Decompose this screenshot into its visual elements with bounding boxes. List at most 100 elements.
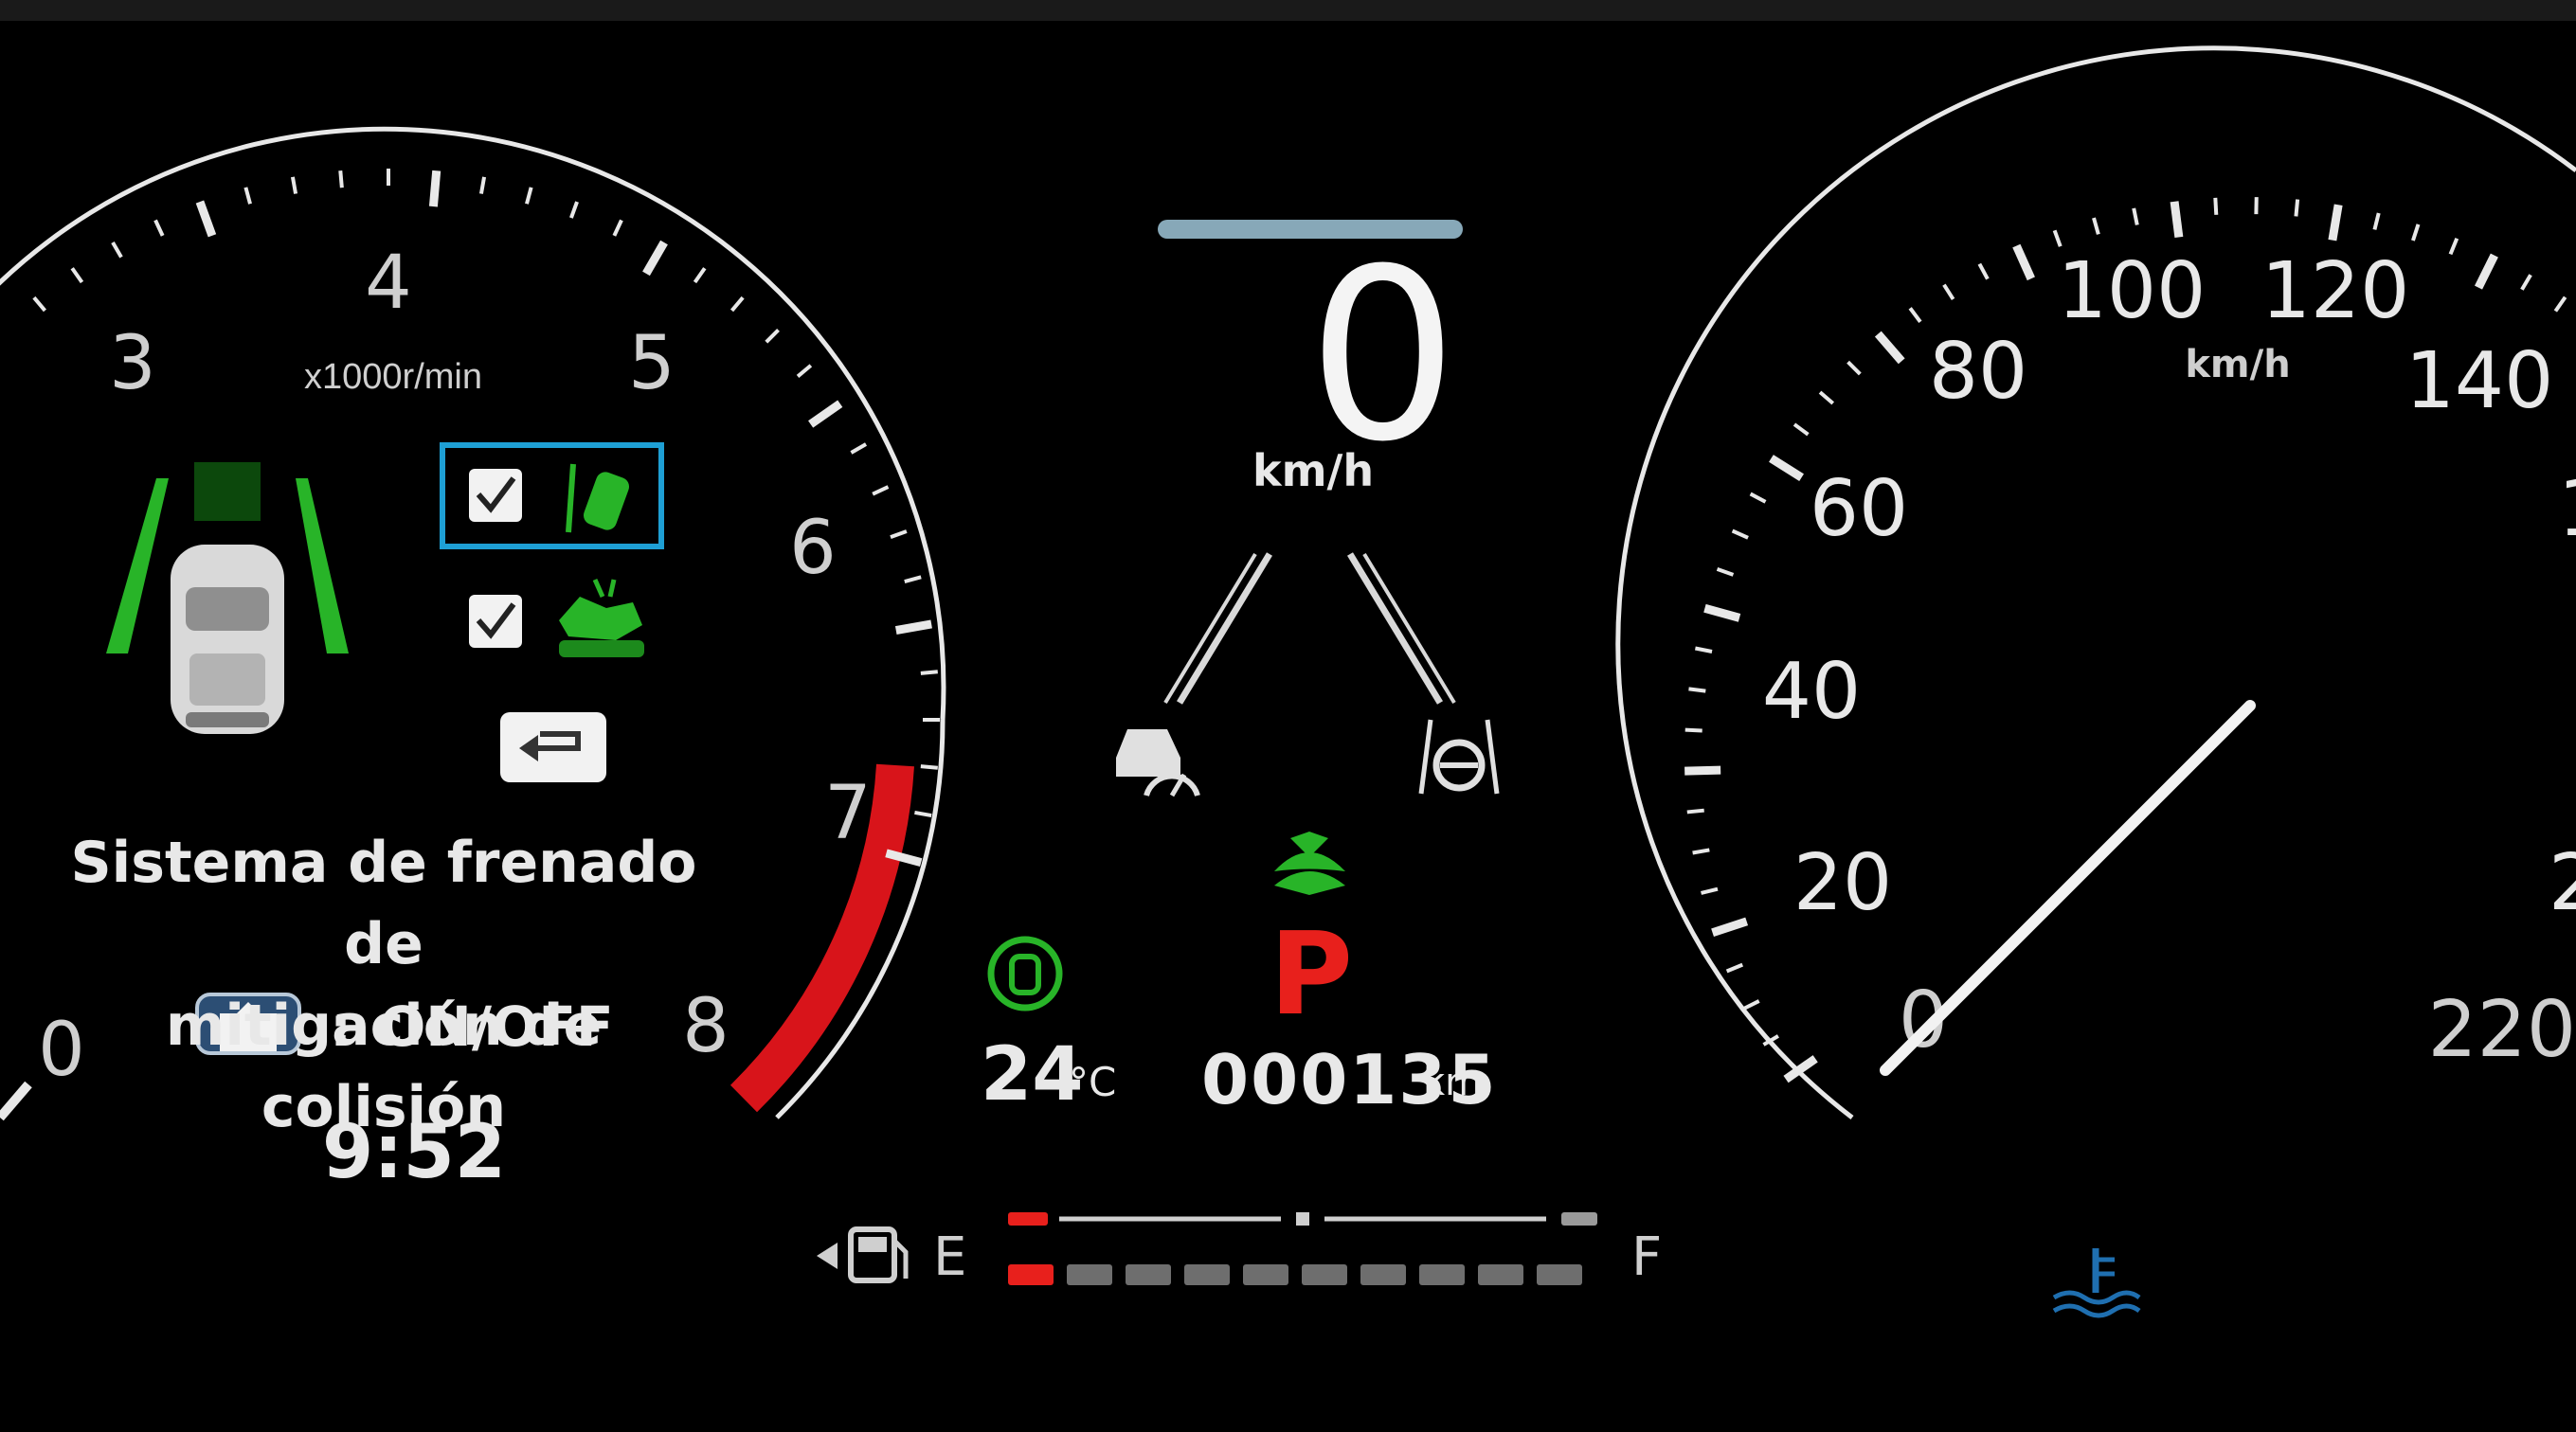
speed-tick bbox=[2294, 199, 2300, 217]
speed-tick bbox=[1977, 262, 1990, 280]
spd-label-160: 16 bbox=[2558, 464, 2576, 554]
speed-tick bbox=[2092, 217, 2100, 235]
spd-unit-label: km/h bbox=[2185, 343, 2290, 386]
speed-tick bbox=[1688, 687, 1706, 693]
tach-tick bbox=[642, 240, 668, 277]
tach-tick bbox=[693, 267, 707, 284]
spd-label-220: 220 bbox=[2427, 985, 2576, 1075]
left-lane-line bbox=[106, 478, 169, 653]
tach-tick bbox=[920, 764, 938, 770]
tach-tick bbox=[894, 619, 932, 635]
menu-option-lane-checkbox[interactable] bbox=[469, 469, 522, 522]
spd-label-120: 120 bbox=[2261, 246, 2410, 336]
speedometer-rim bbox=[1615, 45, 2576, 1119]
spd-label-20: 20 bbox=[1793, 838, 1892, 928]
instrument-cluster: 3 4 5 6 7 8 0 x1000r/min 0 20 40 60 80 1… bbox=[0, 45, 2576, 1318]
coolant-temp-icon bbox=[2052, 1248, 2141, 1318]
speed-tick bbox=[2328, 204, 2343, 242]
tach-tick bbox=[796, 364, 813, 378]
speed-tick bbox=[1818, 390, 1835, 405]
speed-tick bbox=[1742, 999, 1760, 1011]
fuel-segment bbox=[1184, 1264, 1230, 1285]
speed-tick bbox=[1731, 528, 1749, 540]
speed-tick bbox=[2213, 197, 2219, 215]
speed-tick bbox=[2520, 274, 2532, 291]
fuel-segment bbox=[1067, 1264, 1112, 1285]
tach-tick bbox=[195, 200, 217, 238]
speed-tick bbox=[2012, 243, 2035, 281]
lane-guide-right bbox=[1347, 552, 1443, 705]
spd-label-100: 100 bbox=[2058, 246, 2207, 336]
tach-tick bbox=[569, 201, 579, 219]
speed-tick bbox=[2372, 212, 2381, 230]
speed-tick bbox=[1711, 917, 1749, 937]
tach-tick bbox=[153, 219, 165, 237]
speed-tick bbox=[2052, 229, 2063, 247]
speed-tick bbox=[1749, 492, 1767, 504]
spd-label-200: 2 bbox=[2549, 838, 2576, 928]
tach-tick bbox=[525, 187, 533, 205]
lane-keeping-icon bbox=[1418, 719, 1500, 795]
message-line-1: Sistema de frenado de bbox=[70, 830, 697, 977]
tach-tick bbox=[850, 442, 868, 455]
tach-tick bbox=[890, 529, 908, 539]
tach-tick bbox=[32, 295, 46, 313]
right-lane-line bbox=[296, 478, 349, 653]
fuel-segment bbox=[1008, 1264, 1054, 1285]
tach-tick bbox=[290, 176, 298, 194]
speed-tick bbox=[1792, 422, 1810, 437]
tach-label-3: 3 bbox=[109, 321, 156, 406]
speed-tick bbox=[1701, 886, 1719, 895]
tach-tick bbox=[111, 241, 123, 259]
tach-tick bbox=[730, 295, 745, 313]
speed-tick bbox=[1874, 331, 1905, 365]
speed-tick bbox=[1694, 646, 1713, 653]
tach-tick bbox=[765, 329, 780, 344]
speedometer-needle bbox=[1880, 700, 2256, 1076]
speed-tick bbox=[2448, 237, 2459, 256]
speed-tick bbox=[1684, 727, 1702, 733]
back-button[interactable] bbox=[500, 712, 606, 782]
onoff-label: ON/OFF bbox=[379, 994, 614, 1059]
settings-menu bbox=[440, 442, 664, 782]
fuel-half-marker bbox=[1296, 1212, 1309, 1226]
speed-tick bbox=[1908, 307, 1922, 324]
tach-tick bbox=[70, 267, 84, 284]
outside-temp-unit: °C bbox=[1069, 1059, 1117, 1105]
menu-option-collision-checkbox[interactable] bbox=[469, 595, 522, 648]
spd-label-80: 80 bbox=[1929, 327, 2027, 417]
gear-indicator: P bbox=[1270, 909, 1353, 1041]
speed-tick bbox=[2411, 224, 2421, 242]
spd-label-140: 140 bbox=[2405, 336, 2554, 426]
speed-tick bbox=[1725, 962, 1744, 974]
fuel-full-marker bbox=[1561, 1212, 1597, 1226]
speed-tick bbox=[1692, 848, 1710, 855]
speedometer: 0 20 40 60 80 100 120 140 16 2 220 km/h bbox=[1615, 45, 2576, 1119]
tach-tick bbox=[920, 670, 938, 675]
tach-tick bbox=[808, 400, 843, 428]
speed-tick bbox=[2132, 207, 2139, 225]
speed-tick bbox=[2553, 295, 2567, 313]
tach-tick bbox=[914, 810, 932, 818]
speed-tick bbox=[1703, 603, 1741, 622]
fuel-segment bbox=[1360, 1264, 1406, 1285]
tach-label-4: 4 bbox=[365, 241, 412, 326]
speed-tick bbox=[1686, 808, 1704, 814]
tach-label-7: 7 bbox=[824, 771, 872, 856]
digital-speed-unit: km/h bbox=[1252, 445, 1375, 496]
lane-guide-right-inner bbox=[1362, 552, 1456, 705]
lane-display bbox=[106, 462, 349, 734]
spd-label-60: 60 bbox=[1810, 464, 1908, 554]
odometer-unit: km bbox=[1423, 1061, 1483, 1104]
speed-tick bbox=[1846, 360, 1862, 376]
speed-tick bbox=[2474, 253, 2498, 290]
fuel-full-label: F bbox=[1631, 1226, 1663, 1288]
tach-tick bbox=[612, 219, 623, 237]
speed-tick bbox=[1942, 283, 1955, 300]
tach-tick bbox=[478, 176, 487, 194]
fuel-empty-label: E bbox=[933, 1226, 967, 1288]
lane-guide-left-inner bbox=[1163, 552, 1257, 705]
fuel-low-marker bbox=[1008, 1212, 1048, 1226]
tach-needle bbox=[0, 1081, 32, 1121]
speed-tick bbox=[1769, 455, 1804, 481]
